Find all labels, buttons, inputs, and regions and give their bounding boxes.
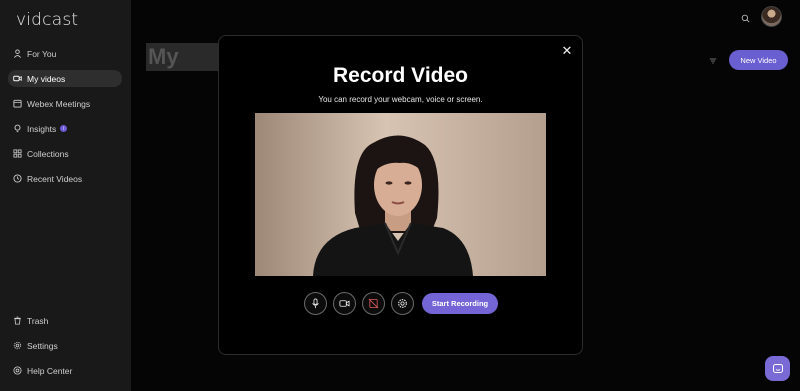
sidebar-item-help-center[interactable]: Help Center (8, 362, 122, 379)
search-button[interactable] (739, 12, 751, 24)
sidebar-item-label: Webex Meetings (27, 98, 91, 109)
sidebar-item-label: Collections (27, 148, 69, 159)
info-badge: i (60, 125, 68, 132)
sidebar-item-collections[interactable]: Collections (8, 145, 122, 162)
search-icon (741, 14, 749, 22)
sidebar-item-label: Help Center (27, 365, 73, 376)
screen-share-button[interactable] (362, 292, 385, 315)
settings-button[interactable] (391, 292, 414, 315)
new-video-button[interactable]: New Video (729, 50, 788, 70)
app-logo[interactable]: vidcast (16, 10, 78, 30)
webcam-preview (255, 113, 546, 276)
help-icon (13, 366, 22, 375)
sidebar-item-label: Settings (27, 340, 58, 351)
video-camera-icon (339, 300, 350, 307)
video-camera-icon (13, 74, 22, 83)
gear-icon (13, 341, 22, 350)
gear-icon (398, 299, 407, 308)
chat-icon (772, 363, 783, 373)
sidebar-item-label: Insights (27, 123, 57, 134)
clock-icon (13, 174, 22, 183)
sidebar-item-label: Recent Videos (27, 173, 83, 184)
sidebar-item-label: Trash (27, 315, 49, 326)
sidebar-item-label: My videos (27, 73, 66, 84)
sidebar-item-my-videos[interactable]: My videos (8, 70, 122, 87)
record-video-modal: ✕ Record Video You can record your webca… (218, 35, 583, 355)
avatar[interactable] (761, 6, 782, 27)
page-title: My Vide (146, 43, 224, 71)
sidebar: vidcast For You My videos Webex Meetings… (0, 0, 131, 391)
sidebar-item-insights[interactable]: Insights i (8, 120, 122, 137)
close-button[interactable]: ✕ (561, 43, 573, 58)
sidebar-item-trash[interactable]: Trash (8, 312, 122, 329)
grid-icon (13, 149, 22, 158)
chat-button[interactable] (765, 356, 790, 381)
modal-title: Record Video (333, 64, 468, 87)
start-recording-button[interactable]: Start Recording (422, 293, 498, 314)
sidebar-item-for-you[interactable]: For You (8, 45, 122, 62)
lightbulb-icon (13, 124, 22, 133)
sidebar-item-label: For You (27, 48, 57, 59)
person-icon (13, 49, 22, 58)
trash-icon (13, 316, 22, 325)
sidebar-item-settings[interactable]: Settings (8, 337, 122, 354)
sidebar-item-recent-videos[interactable]: Recent Videos (8, 170, 122, 187)
calendar-icon (13, 99, 22, 108)
camera-button[interactable] (333, 292, 356, 315)
sidebar-item-webex-meetings[interactable]: Webex Meetings (8, 95, 122, 112)
modal-subtitle: You can record your webcam, voice or scr… (318, 95, 483, 104)
close-icon: ✕ (561, 43, 573, 58)
microphone-icon (312, 298, 319, 309)
filter-button[interactable] (706, 55, 720, 67)
filter-icon (709, 58, 717, 64)
microphone-button[interactable] (304, 292, 327, 315)
screen-off-icon (368, 298, 379, 309)
